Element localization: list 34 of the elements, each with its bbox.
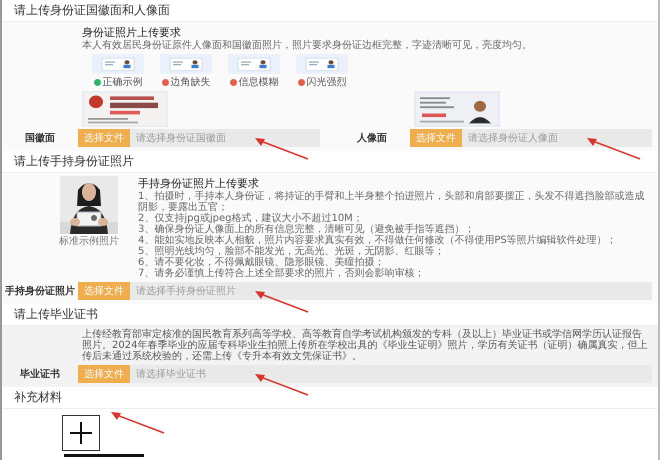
file-field[interactable]: 请选择毕业证书: [130, 365, 652, 383]
id-card-icon: [296, 54, 348, 74]
example-label: 信息模糊: [238, 76, 278, 89]
plus-icon: [70, 422, 92, 444]
add-button[interactable]: [62, 415, 100, 451]
file-field[interactable]: 请选择身份证国徽面: [130, 129, 320, 147]
id-card-icon: [160, 54, 212, 74]
requirement-item: 6、请不要化妆，不得佩戴眼镜、隐形眼镜、美瞳拍摄；: [138, 257, 386, 268]
field-label: 人像面: [356, 132, 388, 145]
field-label: 毕业证书: [19, 368, 61, 381]
requirement-item: 1、拍摄时，手持本人身份证，将持证的手臂和上半身整个拍进照片，头部和肩部要摆正，头发不得遮挡脸部或造成阴影，要露出五官；: [138, 191, 646, 213]
requirement-item: 7、请务必谨慎上传符合上述全部要求的照片，否则会影响审核；: [138, 268, 426, 279]
example-label: 正确示例: [102, 76, 142, 89]
id-card-icon: [228, 54, 280, 74]
field-label: 国徽面: [24, 132, 56, 145]
photo-caption: 标准示例照片: [59, 234, 119, 248]
requirement-item: 2、仅支持jpg或jpeg格式，建议大小不超过10M；: [138, 213, 364, 224]
example-label: 边角缺失: [170, 76, 210, 89]
choose-file-button[interactable]: 选择文件: [78, 365, 130, 383]
choose-file-button[interactable]: 选择文件: [78, 282, 130, 300]
field-label: 手持身份证照片: [4, 284, 76, 298]
requirements-text: 本人有效居民身份证原件人像面和国徽面照片，照片要求身份证边框完整，字迹清晰可见，亮度均匀。: [82, 40, 533, 51]
requirements-title: 身份证照片上传要求: [82, 25, 182, 40]
file-field[interactable]: 请选择身份证人像面: [462, 129, 652, 147]
requirement-item: 3、确保身份证人像面上的所有信息完整，清晰可见（避免被手指等遮挡）；: [138, 224, 476, 235]
example-label: 闪光强烈: [306, 76, 346, 89]
choose-file-button[interactable]: 选择文件: [78, 129, 130, 147]
instructions-text: 上传经教育部审定核准的国民教育系列高等学校、高等教育自学考试机构颁发的专科（及以上）毕业证书或学信网学历认证报告照片。2024年春季毕业的应届专科毕业生拍照上传所在学校出具的《毕业生证明》照片，学历有关证书（证明）确属真实，但上传后未通过系统校验的，还需上传《专升本有效文凭保证书》。: [82, 329, 648, 362]
requirement-item: 4、能如实地反映本人相貌，照片内容要求真实有效，不得做任何修改（不得使用PS等照片编辑软件处理）；: [138, 235, 618, 246]
id-card-icon: [92, 54, 144, 74]
file-field[interactable]: 请选择手持身份证照片: [130, 282, 652, 300]
requirement-item: 5、照明光线均匀，脸部不能发光，无高光、光斑，无阴影、红眼等；: [138, 246, 446, 257]
requirements-title: 手持身份证照片上传要求: [138, 176, 260, 190]
choose-file-button[interactable]: 选择文件: [410, 129, 462, 147]
